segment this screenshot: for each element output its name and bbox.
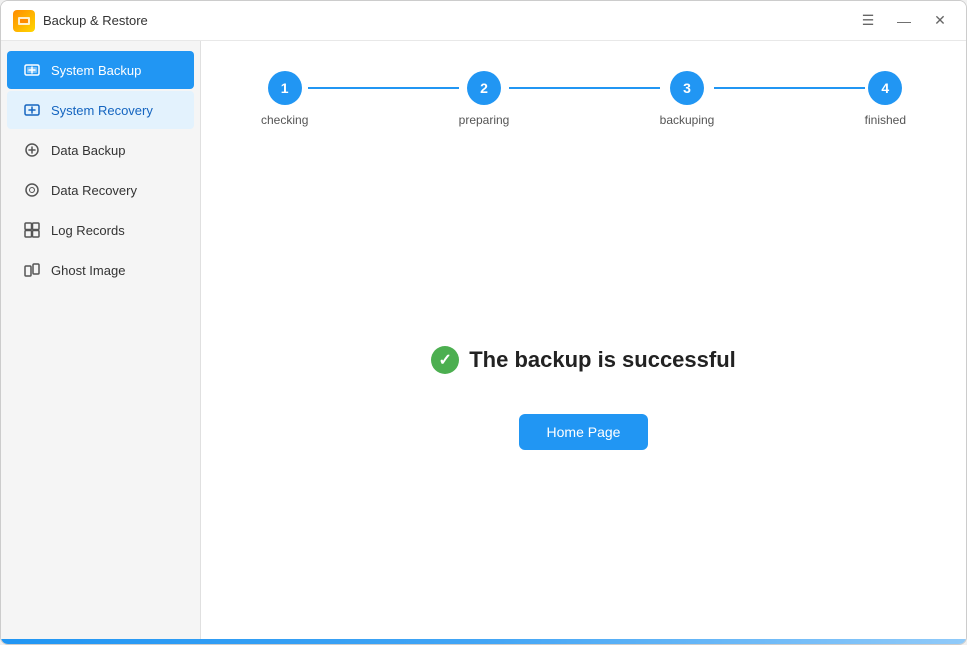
recovery-icon: [23, 101, 41, 119]
content-area: 1 checking 2 preparing 3 backupin: [201, 41, 966, 639]
step-circle-4: 4: [868, 71, 902, 105]
main-layout: System Backup System Recovery: [1, 41, 966, 639]
menu-button[interactable]: ☰: [854, 7, 882, 35]
ghost-icon: [23, 261, 41, 279]
success-checkmark-icon: ✓: [431, 346, 459, 374]
step-1: 1 checking: [261, 71, 308, 127]
connector-3-4: [714, 87, 864, 89]
step-circle-2: 2: [467, 71, 501, 105]
step-4: 4 finished: [865, 71, 906, 127]
titlebar-left: Backup & Restore: [13, 10, 148, 32]
sidebar-label-system-backup: System Backup: [51, 63, 141, 78]
success-message: ✓ The backup is successful: [431, 346, 736, 374]
sidebar-item-ghost-image[interactable]: Ghost Image: [7, 251, 194, 289]
sidebar-label-data-recovery: Data Recovery: [51, 183, 137, 198]
app-window: Backup & Restore ☰ — ✕ System Backup: [0, 0, 967, 645]
step-2: 2 preparing: [459, 71, 510, 127]
step-3: 3 backuping: [660, 71, 715, 127]
data-recovery-icon: [23, 181, 41, 199]
app-title: Backup & Restore: [43, 13, 148, 28]
titlebar: Backup & Restore ☰ — ✕: [1, 1, 966, 41]
step-circle-1: 1: [268, 71, 302, 105]
sidebar: System Backup System Recovery: [1, 41, 201, 639]
sidebar-item-system-backup[interactable]: System Backup: [7, 51, 194, 89]
close-button[interactable]: ✕: [926, 7, 954, 35]
steps-container: 1 checking 2 preparing 3 backupin: [241, 71, 926, 127]
step-circle-3: 3: [670, 71, 704, 105]
sidebar-label-log-records: Log Records: [51, 223, 125, 238]
log-icon: [23, 221, 41, 239]
titlebar-controls: ☰ — ✕: [854, 7, 954, 35]
data-backup-icon: [23, 141, 41, 159]
backup-icon: [23, 61, 41, 79]
step-label-1: checking: [261, 113, 308, 127]
sidebar-item-log-records[interactable]: Log Records: [7, 211, 194, 249]
app-icon: [13, 10, 35, 32]
sidebar-item-system-recovery[interactable]: System Recovery: [7, 91, 194, 129]
connector-2-3: [509, 87, 659, 89]
step-label-4: finished: [865, 113, 906, 127]
sidebar-label-data-backup: Data Backup: [51, 143, 125, 158]
sidebar-item-data-backup[interactable]: Data Backup: [7, 131, 194, 169]
step-label-3: backuping: [660, 113, 715, 127]
success-area: ✓ The backup is successful Home Page: [241, 187, 926, 609]
sidebar-item-data-recovery[interactable]: Data Recovery: [7, 171, 194, 209]
bottom-accent-bar: [1, 639, 966, 644]
sidebar-label-ghost-image: Ghost Image: [51, 263, 125, 278]
home-page-button[interactable]: Home Page: [519, 414, 649, 450]
step-label-2: preparing: [459, 113, 510, 127]
minimize-button[interactable]: —: [890, 7, 918, 35]
connector-1-2: [308, 87, 458, 89]
success-text: The backup is successful: [469, 347, 736, 373]
sidebar-label-system-recovery: System Recovery: [51, 103, 153, 118]
